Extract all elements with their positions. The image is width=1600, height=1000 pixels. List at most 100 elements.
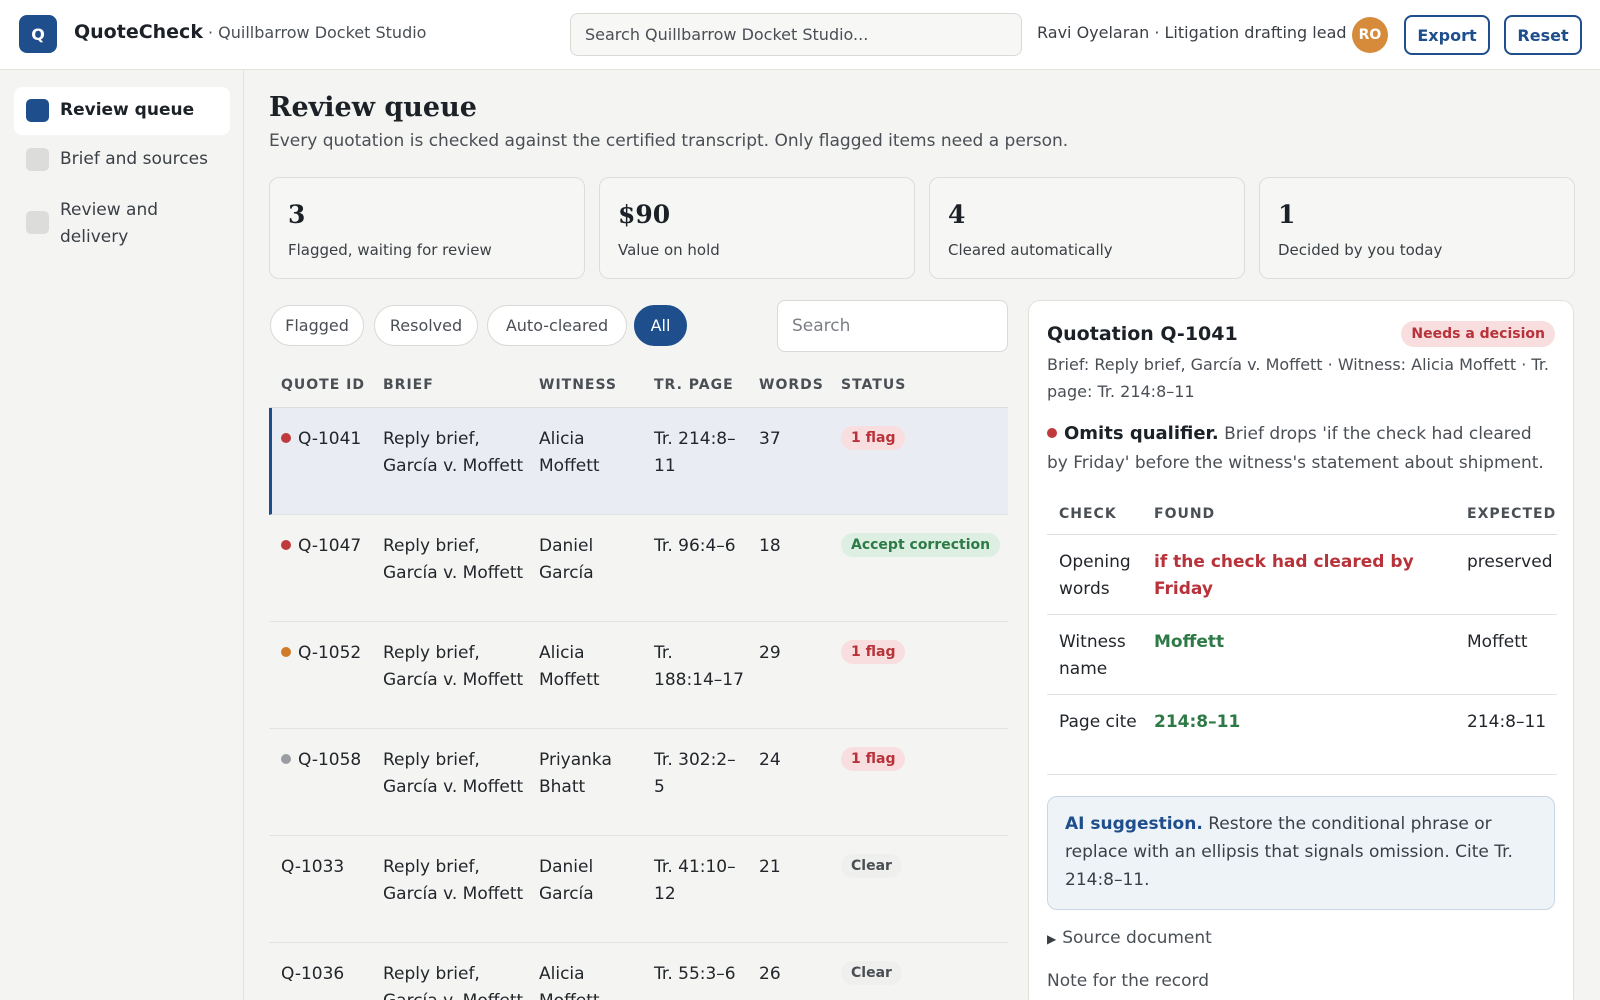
stat-value: 1 <box>1278 200 1296 229</box>
queue-search-input[interactable] <box>777 300 1008 352</box>
nav-square-icon <box>26 148 49 171</box>
stat-label: Decided by you today <box>1278 241 1443 259</box>
check-row: Page cite 214:8–11 214:8–11 <box>1047 695 1557 775</box>
column-header: QUOTE ID <box>281 377 365 393</box>
status-badge: Clear <box>841 854 902 878</box>
column-header: TR. PAGE <box>654 377 734 393</box>
column-header: WORDS <box>759 377 824 393</box>
sidebar-item-label: Review queue <box>60 100 195 120</box>
table-header: QUOTE ID BRIEF WITNESS TR. PAGE WORDS ST… <box>269 368 1008 408</box>
detail-title: Quotation Q-1041 <box>1047 323 1238 345</box>
filter-all[interactable]: All <box>634 305 687 346</box>
check-table: CHECK FOUND EXPECTED Opening words if the… <box>1047 493 1557 775</box>
issue-description: Omits qualifier. Brief drops 'if the che… <box>1047 419 1557 478</box>
sidebar-item-label: Review and delivery <box>60 200 159 247</box>
page-title: Review queue <box>269 92 477 123</box>
table-row[interactable]: Q-1041 Reply brief, García v. Moffett Alic… <box>269 408 1008 515</box>
top-bar: Q QuoteCheck · Quillbarrow Docket Studio… <box>0 0 1600 70</box>
word-count-cell: 18 <box>759 536 781 556</box>
table-row[interactable]: Q-1033 Reply brief, García v. Moffett Dani… <box>269 836 1008 943</box>
table-row[interactable]: Q-1047 Reply brief, García v. Moffett Dani… <box>269 515 1008 622</box>
user-name-role: Ravi Oyelaran · Litigation drafting lead <box>1037 23 1347 42</box>
table-row[interactable]: Q-1052 Reply brief, García v. Moffett Alic… <box>269 622 1008 729</box>
check-name: Witness name <box>1059 632 1126 679</box>
note-label: Note for the record <box>1047 971 1210 991</box>
quote-id: Q-1033 <box>281 854 369 881</box>
priority-dot-icon <box>281 540 291 550</box>
stat-value: 4 <box>948 200 966 229</box>
brief-cell: Reply brief, García v. Moffett <box>383 857 524 904</box>
quote-id: Q-1058 <box>281 747 369 774</box>
export-button[interactable]: Export <box>1404 15 1490 55</box>
column-header: FOUND <box>1154 506 1216 522</box>
sidebar-item-review-queue[interactable]: Review queue <box>14 87 230 135</box>
transcript-page-cell: Tr. 96:4–6 <box>654 536 736 556</box>
avatar[interactable]: RO <box>1352 17 1388 53</box>
brief-cell: Reply brief, García v. Moffett <box>383 964 523 1000</box>
global-search-input[interactable] <box>570 13 1022 56</box>
triangle-right-icon: ▶ <box>1047 932 1057 946</box>
check-row: Opening words if the check had cleared by… <box>1047 535 1557 615</box>
quote-id: Q-1041 <box>281 426 369 453</box>
status-badge: Clear <box>841 961 902 985</box>
priority-dot-icon <box>281 433 291 443</box>
stat-card-flagged: 3 Flagged, waiting for review <box>269 177 585 279</box>
nav-square-icon <box>26 211 49 234</box>
quote-detail-panel: Quotation Q-1041 Needs a decision Brief:… <box>1028 300 1574 1000</box>
detail-meta: Brief: Reply brief, García v. Moffett · … <box>1047 355 1550 401</box>
filter-flagged[interactable]: Flagged <box>270 305 364 346</box>
sidebar-item-brief-and-sources[interactable]: Brief and sources <box>14 136 230 184</box>
flag-dot-icon <box>1047 428 1057 438</box>
stat-card-cleared: 4 Cleared automatically <box>929 177 1245 279</box>
stat-value: $90 <box>618 200 671 229</box>
witness-cell: Alicia Moffett <box>539 429 600 476</box>
quote-id-text: Q-1052 <box>298 643 362 663</box>
sidebar-item-review-and-delivery[interactable]: Review and delivery <box>14 187 230 259</box>
workspace-name: · Quillbarrow Docket Studio <box>208 23 427 42</box>
source-document-toggle[interactable]: ▶ Source document <box>1047 928 1212 948</box>
table-row[interactable]: Q-1058 Reply brief, García v. Moffett Priy… <box>269 729 1008 836</box>
quote-id-text: Q-1033 <box>281 857 345 877</box>
filter-resolved[interactable]: Resolved <box>374 305 478 346</box>
app-logo[interactable]: Q <box>19 15 57 53</box>
stat-label: Cleared automatically <box>948 241 1113 259</box>
transcript-page-cell: Tr. 188:14–17 <box>654 643 744 690</box>
column-header: EXPECTED <box>1467 506 1557 522</box>
word-count-cell: 37 <box>759 429 781 449</box>
witness-cell: Alicia Moffett <box>539 643 600 690</box>
word-count-cell: 21 <box>759 857 781 877</box>
ai-suggestion: AI suggestion. Restore the conditional p… <box>1047 796 1555 910</box>
priority-dot-icon <box>281 647 291 657</box>
check-found: if the check had cleared by Friday <box>1154 552 1414 599</box>
status-cell: 1 flag <box>841 745 906 772</box>
witness-cell: Alicia Moffett <box>539 964 600 1000</box>
app-name: QuoteCheck <box>74 21 203 43</box>
quotes-table: QUOTE ID BRIEF WITNESS TR. PAGE WORDS ST… <box>269 368 1008 1000</box>
column-header: BRIEF <box>383 377 434 393</box>
quote-id: Q-1036 <box>281 961 369 988</box>
reset-button[interactable]: Reset <box>1504 15 1582 55</box>
check-name: Opening words <box>1059 552 1131 599</box>
status-badge: 1 flag <box>841 640 906 664</box>
witness-cell: Daniel García <box>539 536 594 583</box>
check-expected: 214:8–11 <box>1467 712 1547 732</box>
transcript-page-cell: Tr. 41:10–12 <box>654 857 736 904</box>
status-badge: 1 flag <box>841 747 906 771</box>
column-header: WITNESS <box>539 377 618 393</box>
sidebar-item-label: Brief and sources <box>60 149 208 169</box>
quote-id-text: Q-1036 <box>281 964 345 984</box>
issue-title: Omits qualifier. <box>1064 423 1219 444</box>
stat-label: Flagged, waiting for review <box>288 241 492 259</box>
word-count-cell: 29 <box>759 643 781 663</box>
brief-cell: Reply brief, García v. Moffett <box>383 750 524 797</box>
check-row: Witness name Moffett Moffett <box>1047 615 1557 695</box>
check-expected: Moffett <box>1467 632 1528 652</box>
stat-card-value-on-hold: $90 Value on hold <box>599 177 915 279</box>
transcript-page-cell: Tr. 214:8–11 <box>654 429 736 476</box>
witness-cell: Priyanka Bhatt <box>539 750 612 797</box>
column-header: STATUS <box>841 377 907 393</box>
table-row[interactable]: Q-1036 Reply brief, García v. Moffett Alic… <box>269 943 1008 1000</box>
stat-label: Value on hold <box>618 241 720 259</box>
filter-auto-cleared[interactable]: Auto-cleared <box>487 305 627 346</box>
quote-id-text: Q-1041 <box>298 429 362 449</box>
